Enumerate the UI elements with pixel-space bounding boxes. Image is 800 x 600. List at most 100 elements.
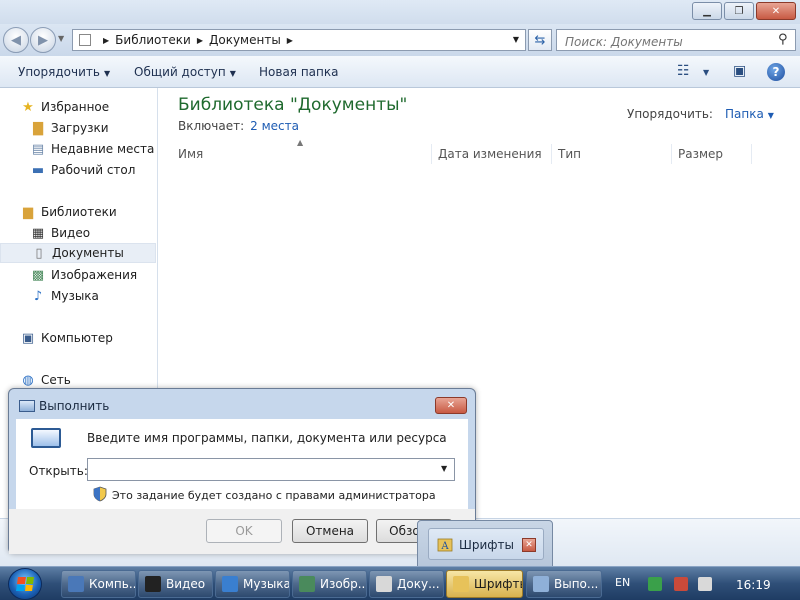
help-icon[interactable]: ?	[767, 63, 785, 81]
run-icon	[533, 576, 549, 592]
windows-logo-icon	[16, 577, 34, 591]
clock[interactable]: 16:19	[736, 578, 771, 592]
nav-desktop-label: Рабочий стол	[51, 163, 136, 177]
nav-documents-label: Документы	[52, 246, 124, 260]
refresh-icon: ⇆	[534, 32, 546, 48]
close-icon: ✕	[771, 5, 781, 17]
taskbar-button-fonts[interactable]: Шрифты	[446, 570, 523, 598]
taskbar-button-documents[interactable]: Доку...	[369, 570, 444, 598]
taskbar-label: Видео	[166, 577, 206, 591]
language-indicator[interactable]: EN	[615, 576, 630, 589]
chevron-down-icon[interactable]: ▼	[513, 35, 519, 44]
nav-downloads-label: Загрузки	[51, 121, 109, 135]
nav-computer[interactable]: ▣ Компьютер	[20, 328, 113, 348]
computer-icon	[68, 576, 84, 592]
column-header-type[interactable]: Тип	[552, 144, 672, 164]
nav-network[interactable]: ◍ Сеть	[20, 370, 71, 390]
run-icon	[19, 400, 35, 412]
start-button[interactable]	[8, 568, 42, 600]
column-header-size[interactable]: Размер	[672, 144, 752, 164]
forward-arrow-icon: ▶	[38, 32, 48, 48]
pictures-icon	[299, 576, 315, 592]
music-icon: ♪	[33, 288, 43, 304]
title-bar[interactable]: ▁ ❐ ✕	[0, 0, 800, 26]
arrange-label: Упорядочить:	[627, 107, 713, 121]
organize-button[interactable]: Упорядочить ▼	[18, 65, 110, 79]
taskbar-button-pictures[interactable]: Изобр...	[292, 570, 367, 598]
view-options-icon[interactable]: ☷	[677, 63, 690, 79]
nav-computer-label: Компьютер	[41, 331, 113, 345]
run-dialog-title: Выполнить	[39, 399, 110, 413]
run-dialog-body: Введите имя программы, папки, документа …	[16, 419, 468, 509]
network-status-icon[interactable]	[674, 577, 688, 591]
chevron-right-icon[interactable]: ▶	[103, 36, 109, 45]
arrange-by: Упорядочить: Папка ▼	[627, 107, 774, 121]
action-center-icon[interactable]	[648, 577, 662, 591]
svg-text:A: A	[440, 541, 449, 552]
recent-pages-dropdown[interactable]: ▼	[58, 34, 64, 43]
share-label: Общий доступ	[134, 65, 226, 79]
thumbnail-item[interactable]: A Шрифты ✕	[428, 528, 544, 560]
share-button[interactable]: Общий доступ ▼	[134, 65, 236, 79]
breadcrumb-libraries[interactable]: Библиотеки	[115, 33, 191, 47]
taskbar-label: Музыка	[243, 577, 290, 591]
column-header-name[interactable]: Имя	[172, 144, 432, 164]
forward-button[interactable]: ▶	[30, 27, 56, 53]
includes-locations-link[interactable]: 2 места	[250, 119, 299, 133]
volume-muted-icon[interactable]	[698, 577, 712, 591]
caret-down-icon: ▼	[103, 69, 111, 78]
organize-label: Упорядочить	[18, 65, 100, 79]
nav-recent-places[interactable]: ▤ Недавние места	[30, 139, 155, 159]
pictures-icon: ▩	[31, 267, 45, 283]
search-input[interactable]	[556, 29, 796, 51]
taskbar-label: Компь...	[89, 577, 136, 591]
new-folder-button[interactable]: Новая папка	[259, 65, 338, 79]
refresh-button[interactable]: ⇆	[528, 29, 552, 51]
column-header-date[interactable]: Дата изменения	[432, 144, 552, 164]
taskbar-button-music[interactable]: Музыка	[215, 570, 290, 598]
breadcrumb-documents[interactable]: Документы	[209, 33, 281, 47]
libraries-icon: ▆	[23, 204, 33, 220]
preview-pane-icon[interactable]: ▣	[733, 63, 746, 79]
chevron-right-icon[interactable]: ▶	[287, 36, 293, 45]
nav-music-label: Музыка	[51, 289, 99, 303]
chevron-right-icon[interactable]: ▶	[197, 36, 203, 45]
nav-music[interactable]: ♪ Музыка	[30, 286, 99, 306]
nav-video-label: Видео	[51, 226, 91, 240]
nav-favorites-label: Избранное	[41, 100, 110, 114]
back-button[interactable]: ◀	[3, 27, 29, 53]
cancel-button[interactable]: Отмена	[292, 519, 368, 543]
run-program-icon	[31, 428, 61, 448]
taskbar-thumbnail-fonts[interactable]: A Шрифты ✕	[417, 520, 553, 570]
recent-places-icon: ▤	[31, 141, 45, 157]
caret-down-icon: ▼	[229, 69, 236, 78]
nav-libraries[interactable]: ▆ Библиотеки	[20, 202, 117, 222]
maximize-button[interactable]: ❐	[724, 2, 754, 20]
nav-video[interactable]: ▦ Видео	[30, 223, 90, 243]
taskbar-button-run[interactable]: Выпо...	[526, 570, 602, 598]
caret-down-icon[interactable]: ▼	[768, 111, 774, 120]
caret-down-icon[interactable]: ▼	[703, 68, 709, 77]
close-button[interactable]: ✕	[756, 2, 796, 20]
nav-pictures[interactable]: ▩ Изображения	[30, 265, 137, 285]
run-close-button[interactable]: ✕	[435, 397, 467, 414]
nav-desktop[interactable]: ▬ Рабочий стол	[30, 160, 136, 180]
nav-documents[interactable]: ▯ Документы	[0, 243, 156, 263]
chevron-down-icon[interactable]: ▼	[441, 464, 447, 473]
network-icon: ◍	[22, 372, 34, 388]
taskbar-button-computer[interactable]: Компь...	[61, 570, 136, 598]
nav-downloads[interactable]: ▇ Загрузки	[30, 118, 109, 138]
nav-pictures-label: Изображения	[51, 268, 138, 282]
uac-shield-icon	[93, 486, 107, 502]
ok-button[interactable]: OK	[206, 519, 282, 543]
search-icon[interactable]: ⚲	[778, 32, 788, 47]
minimize-button[interactable]: ▁	[692, 2, 722, 20]
thumbnail-close-icon[interactable]: ✕	[522, 538, 536, 552]
address-bar[interactable]: ▶ Библиотеки ▶ Документы ▶ ▼	[72, 29, 526, 51]
nav-favorites[interactable]: ★ Избранное	[20, 97, 109, 117]
music-icon	[222, 576, 238, 592]
taskbar-button-video[interactable]: Видео	[138, 570, 213, 598]
arrange-value-dropdown[interactable]: Папка	[725, 107, 764, 121]
notification-area: EN 16:19	[606, 567, 800, 600]
open-combobox-input[interactable]	[87, 458, 455, 481]
